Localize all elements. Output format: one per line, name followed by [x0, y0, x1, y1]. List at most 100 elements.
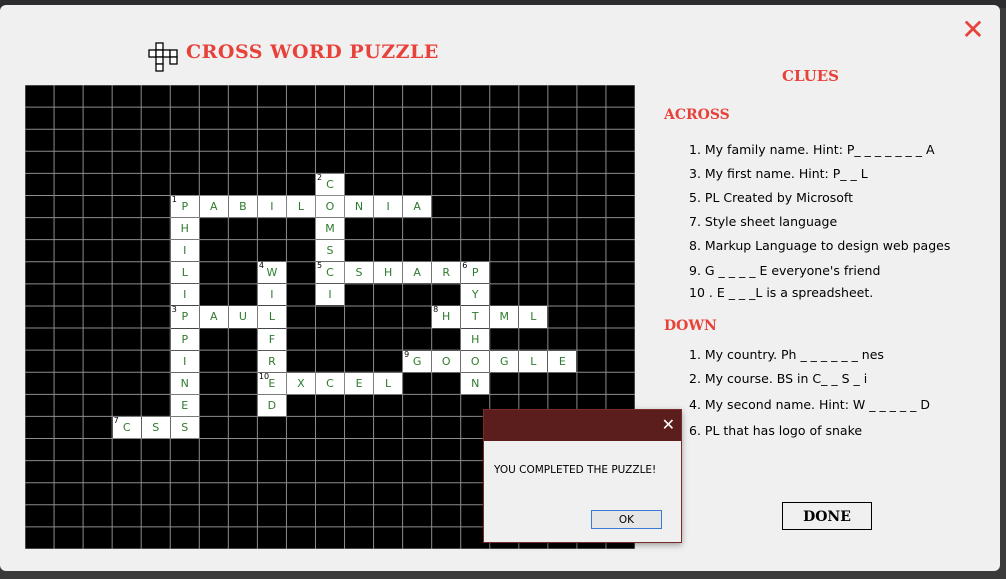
cell-letter: A — [210, 310, 218, 324]
grid-cell[interactable]: R — [257, 350, 286, 372]
grid-cell[interactable]: S — [315, 240, 345, 262]
grid-cell[interactable]: L — [519, 306, 548, 328]
grid-cell[interactable]: I — [170, 284, 199, 306]
clues-heading: CLUES — [782, 67, 840, 85]
grid-cell[interactable]: O — [432, 350, 461, 372]
cell-letter: P — [471, 266, 479, 280]
grid-cell[interactable]: I — [315, 284, 345, 306]
grid-cell[interactable]: N — [170, 372, 199, 394]
grid-cell[interactable]: L — [374, 372, 403, 394]
cell-letter: M — [325, 222, 335, 236]
grid-cell[interactable]: S — [141, 416, 170, 439]
grid-cell[interactable]: 2C — [315, 173, 345, 195]
cell-letter: S — [355, 266, 363, 280]
cell-letter: H — [180, 222, 189, 236]
grid-cell[interactable]: D — [257, 394, 286, 416]
grid-cell[interactable]: 7C — [112, 416, 141, 439]
page-title: CROSS WORD PUZZLE — [186, 41, 439, 63]
grid-cell[interactable]: 6P — [461, 261, 490, 284]
grid-cell[interactable]: 9G — [403, 350, 432, 372]
cell-letter: E — [181, 398, 189, 412]
grid-cell[interactable]: M — [315, 218, 345, 240]
grid-cell[interactable]: I — [257, 195, 286, 218]
grid-cell[interactable]: 3P — [170, 305, 199, 328]
grid-cell[interactable]: F — [257, 328, 286, 350]
cell-letter: C — [326, 266, 334, 280]
grid-cell[interactable]: Y — [461, 284, 490, 306]
across-clue: 5. PL Created by Microsoft — [689, 190, 854, 205]
cell-letter: E — [268, 376, 276, 390]
grid-cell[interactable]: C — [315, 372, 345, 394]
grid-cell[interactable]: T — [461, 306, 490, 328]
cell-letter: L — [530, 310, 537, 324]
grid-cell[interactable]: A — [199, 195, 228, 218]
grid-cell[interactable]: 8H — [432, 305, 461, 328]
cell-letter: F — [268, 332, 276, 346]
cell-letter: P — [181, 332, 189, 346]
grid-cell[interactable]: P — [170, 328, 199, 350]
grid-cell[interactable]: L — [286, 195, 315, 218]
grid-cell[interactable]: 5C — [315, 261, 345, 284]
cell-letter: C — [122, 420, 131, 434]
cell-letter: L — [268, 310, 275, 324]
across-clue: 7. Style sheet language — [689, 214, 838, 229]
completion-dialog: ✕ YOU COMPLETED THE PUZZLE! OK — [483, 409, 682, 543]
grid-cell[interactable]: N — [461, 372, 490, 394]
grid-cell[interactable]: O — [461, 350, 490, 372]
grid-cell[interactable]: 4W — [257, 261, 286, 284]
grid-cell[interactable]: X — [286, 372, 315, 394]
grid-cell[interactable]: H — [170, 218, 199, 240]
grid-cell[interactable]: A — [403, 195, 432, 218]
grid-cell[interactable]: L — [257, 306, 286, 328]
grid-cell[interactable]: E — [345, 372, 374, 394]
grid-cell[interactable]: O — [315, 195, 345, 218]
cell-letter: H — [442, 310, 451, 324]
across-clue: 10 . E _ _ _L is a spreadsheet. — [689, 285, 874, 300]
grid-cell[interactable]: 10 E — [257, 372, 286, 394]
done-button[interactable]: DONE — [782, 502, 872, 530]
grid-cell[interactable]: H — [374, 262, 403, 284]
cell-letter: I — [270, 199, 274, 213]
dialog-titlebar: ✕ — [484, 410, 681, 441]
cell-letter: I — [328, 288, 332, 302]
down-clue: 2. My course. BS in C_ _ S _ i — [689, 371, 868, 386]
dialog-close-icon[interactable]: ✕ — [662, 415, 675, 435]
cell-letter: S — [326, 244, 334, 258]
grid-cell[interactable]: E — [548, 350, 577, 372]
grid-cell[interactable]: A — [199, 306, 228, 328]
cell-letter: P — [181, 310, 189, 324]
grid-cell[interactable]: M — [490, 306, 519, 328]
grid-cell[interactable]: H — [461, 328, 490, 350]
grid-cell[interactable]: E — [170, 394, 199, 416]
grid-cell[interactable]: I — [170, 240, 199, 262]
grid-cell[interactable]: I — [374, 195, 403, 218]
grid-cell[interactable]: 1P — [170, 195, 199, 218]
cell-letter: E — [355, 376, 363, 390]
cell-letter: S — [152, 420, 160, 434]
cell-letter: B — [239, 199, 247, 213]
grid-cell[interactable]: L — [519, 350, 548, 372]
grid-cell[interactable]: I — [170, 350, 199, 372]
grid-cell[interactable]: S — [170, 416, 199, 439]
dialog-message: YOU COMPLETED THE PUZZLE! — [494, 464, 657, 476]
across-clue: 9. G _ _ _ _ E everyone's friend — [689, 263, 881, 278]
grid-cell[interactable]: N — [345, 195, 374, 218]
close-icon[interactable]: ✕ — [958, 15, 988, 45]
cell-letter: I — [270, 288, 274, 302]
across-heading: ACROSS — [664, 107, 730, 123]
grid-cell[interactable]: G — [490, 350, 519, 372]
grid-cell[interactable]: L — [170, 262, 199, 284]
ok-button[interactable]: OK — [591, 510, 662, 529]
cell-letter: X — [297, 376, 305, 390]
cell-letter: O — [470, 354, 480, 368]
cell-letter: L — [181, 266, 188, 280]
cell-letter: N — [354, 199, 364, 213]
grid-cell[interactable]: S — [345, 262, 374, 284]
grid-cell[interactable]: U — [228, 306, 257, 328]
cell-letter: S — [181, 420, 189, 434]
grid-cell[interactable]: I — [257, 284, 286, 306]
grid-cell[interactable]: R — [432, 262, 461, 284]
grid-cell[interactable]: B — [228, 195, 257, 218]
grid-cell[interactable]: A — [403, 262, 432, 284]
cell-letter: O — [441, 354, 451, 368]
